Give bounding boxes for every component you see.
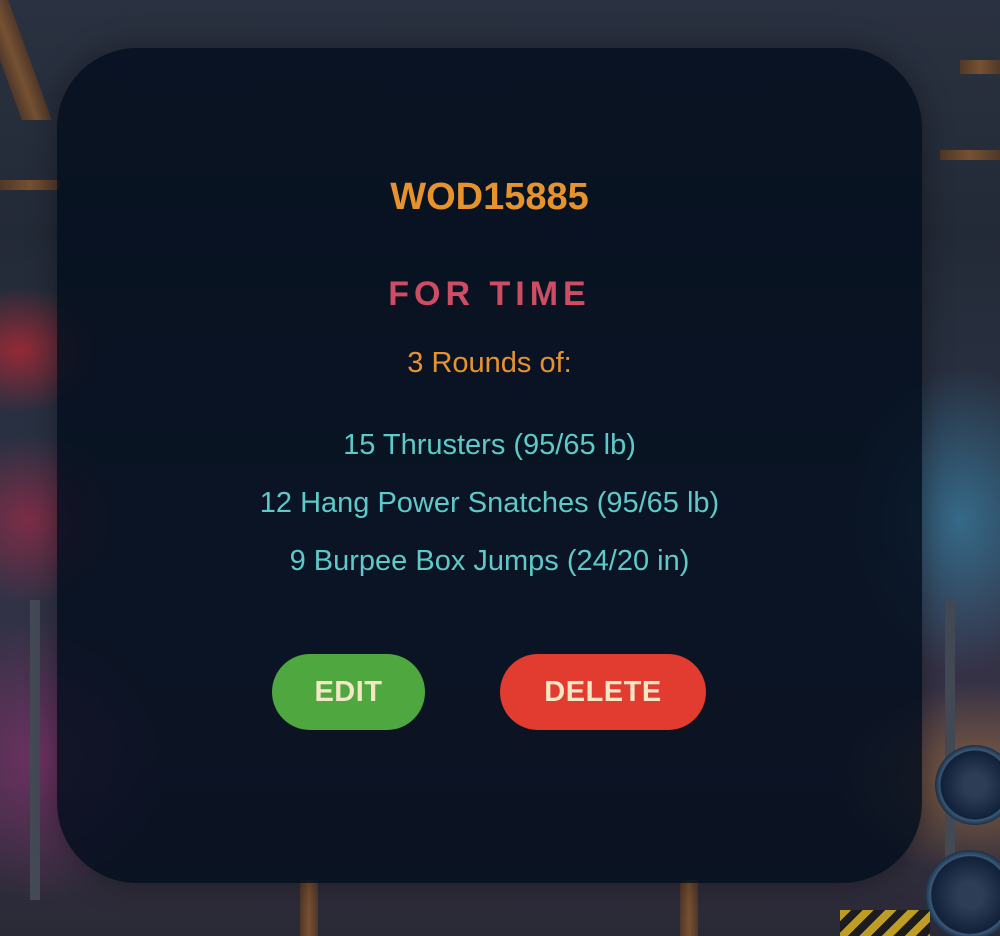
ceiling-beam: [0, 0, 52, 120]
rounds-label: 3 Rounds of:: [407, 347, 572, 379]
delete-button[interactable]: DELETE: [500, 654, 706, 730]
workout-card: WOD15885 FOR TIME 3 Rounds of: 15 Thrust…: [57, 48, 922, 883]
movement-item: 9 Burpee Box Jumps (24/20 in): [289, 545, 690, 577]
movement-item: 15 Thrusters (95/65 lb): [343, 429, 636, 461]
hazard-stripes: [840, 910, 930, 936]
rack-post: [680, 880, 698, 936]
weight-plate: [925, 850, 1000, 936]
rack-post: [300, 880, 318, 936]
ceiling-beam: [960, 60, 1000, 74]
movement-list: 15 Thrusters (95/65 lb) 12 Hang Power Sn…: [57, 426, 922, 600]
workout-type: FOR TIME: [388, 275, 591, 313]
ceiling-beam: [940, 150, 1000, 160]
movement-item: 12 Hang Power Snatches (95/65 lb): [259, 487, 720, 519]
ceiling-beam: [0, 180, 60, 190]
rack-pole: [30, 600, 40, 900]
edit-button[interactable]: EDIT: [272, 654, 425, 730]
workout-title: WOD15885: [390, 176, 589, 218]
